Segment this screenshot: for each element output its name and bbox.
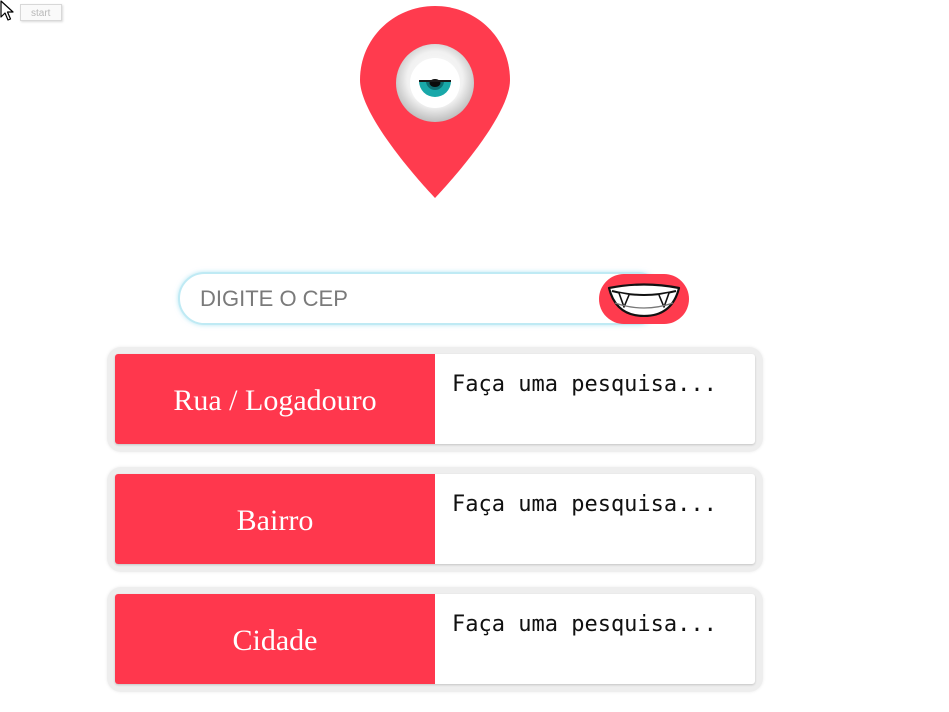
city-label: Cidade <box>115 594 435 684</box>
mouse-pointer-icon <box>0 0 14 21</box>
city-value: Faça uma pesquisa... <box>452 612 717 637</box>
street-value: Faça uma pesquisa... <box>452 372 717 397</box>
neighborhood-result-row: Bairro Faça uma pesquisa... <box>107 467 763 572</box>
city-result-row: Cidade Faça uma pesquisa... <box>107 587 763 692</box>
neighborhood-label: Bairro <box>115 474 435 564</box>
cep-search-bar <box>178 272 691 325</box>
cep-search-input[interactable] <box>178 272 664 325</box>
map-pin-eye-icon <box>360 6 510 198</box>
street-result-row: Rua / Logadouro Faça uma pesquisa... <box>107 347 763 452</box>
search-button[interactable] <box>599 274 689 324</box>
start-tooltip: start <box>20 4 62 21</box>
screen-overlay: start <box>0 0 70 28</box>
street-label: Rua / Logadouro <box>115 354 435 444</box>
neighborhood-value: Faça uma pesquisa... <box>452 492 717 517</box>
fangs-mouth-icon <box>607 283 681 317</box>
